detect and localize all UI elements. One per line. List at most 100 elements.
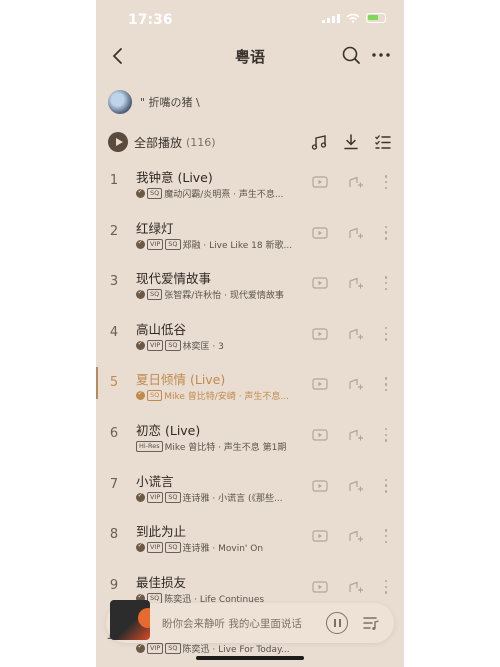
song-meta: Hi-Res Mike 曾比特 · 声生不息 第1期 <box>136 440 304 453</box>
add-to-playlist-icon[interactable] <box>348 226 364 240</box>
song-artist-album: 连诗雅 · Movin' On <box>182 544 264 555</box>
more-vertical-icon[interactable] <box>384 175 388 189</box>
row-actions <box>312 377 388 392</box>
video-icon[interactable] <box>312 175 328 189</box>
song-title: 到此为止 <box>136 524 187 540</box>
more-vertical-icon[interactable] <box>384 427 388 442</box>
more-vertical-icon[interactable] <box>384 478 388 493</box>
video-icon[interactable] <box>312 377 328 391</box>
song-title: 夏日倾情 (Live) <box>136 372 226 388</box>
row-actions <box>312 579 388 594</box>
quality-tag: VIP <box>147 542 164 554</box>
song-artist-album: 连诗雅 · 小谎言 (《那些... <box>182 493 283 504</box>
song-number: 9 <box>109 577 119 593</box>
playlist-icon[interactable] <box>362 614 380 632</box>
downloaded-icon <box>136 288 145 300</box>
song-title: 初恋 (Live) <box>136 422 201 438</box>
add-to-playlist-icon[interactable] <box>348 327 364 341</box>
add-to-playlist-icon[interactable] <box>348 175 364 189</box>
song-meta: SQ Mike 曾比特/安崎 · 声生不息... <box>136 389 304 402</box>
checklist-icon[interactable] <box>374 133 392 151</box>
quality-tag: SQ <box>165 491 181 503</box>
download-icon[interactable] <box>342 133 360 151</box>
song-number: 8 <box>109 527 119 543</box>
song-meta: VIP SQ 连诗雅 · 小谎言 (《那些... <box>136 491 304 504</box>
song-number: 5 <box>109 375 119 391</box>
more-vertical-icon[interactable] <box>384 225 388 240</box>
video-icon[interactable] <box>312 428 328 442</box>
downloaded-icon <box>136 339 145 350</box>
song-meta: VIP SQ 林奕匡 · 3 <box>136 339 304 352</box>
song-title: 现代爱情故事 <box>136 271 212 287</box>
add-to-playlist-icon[interactable] <box>348 377 364 391</box>
song-title: 我钟意 (Live) <box>136 170 213 185</box>
song-number: 7 <box>109 476 119 492</box>
add-to-playlist-icon[interactable] <box>348 276 364 290</box>
add-to-playlist-icon[interactable] <box>348 580 364 594</box>
quality-tag: SQ <box>165 643 181 655</box>
mini-player[interactable]: 盼你会来静听 我的心里面说话 <box>106 600 394 643</box>
video-icon[interactable] <box>312 479 328 493</box>
now-playing-lyric: 盼你会来静听 我的心里面说话 <box>162 618 302 630</box>
phone-screen: 17:36 粤语 " 折嘴の猪 \ 全部播放 (116) 1 我钟意 (Live… <box>96 0 404 667</box>
quality-tag: SQ <box>147 188 163 199</box>
downloaded-icon <box>136 389 145 401</box>
quality-tag: VIP <box>147 643 164 655</box>
avatar[interactable] <box>108 90 132 114</box>
song-row[interactable]: 4 高山低谷 VIP SQ 林奕匡 · 3 <box>96 307 404 358</box>
song-row[interactable]: 2 红绿灯 VIP SQ 郑融 · Live Like 18 新歌... <box>96 206 404 257</box>
video-icon[interactable] <box>312 276 328 290</box>
row-actions <box>312 175 388 189</box>
album-cover[interactable] <box>110 600 150 640</box>
row-actions <box>312 326 388 341</box>
song-row[interactable]: 6 初恋 (Live) Hi-Res Mike 曾比特 · 声生不息 第1期 <box>96 408 404 459</box>
more-horizontal-icon[interactable] <box>370 44 392 66</box>
song-row[interactable]: 3 现代爱情故事 SQ 张智霖/许秋怡 · 现代爱情故事 <box>96 256 404 307</box>
song-meta: SQ 张智霖/许秋怡 · 现代爱情故事 <box>136 288 304 301</box>
row-actions <box>312 225 388 240</box>
song-artist-album: 张智霖/许秋怡 · 现代爱情故事 <box>164 291 284 302</box>
quality-tag: SQ <box>147 390 163 402</box>
play-all-button[interactable]: 全部播放 <box>134 134 182 151</box>
quality-tag: SQ <box>165 339 181 351</box>
add-to-playlist-icon[interactable] <box>348 479 364 493</box>
more-vertical-icon[interactable] <box>384 276 388 291</box>
song-meta: SQ 魔动闪霸/炎明熹 · 声生不息... <box>136 187 304 200</box>
pause-icon[interactable] <box>326 612 348 634</box>
status-icons <box>322 13 386 23</box>
downloaded-icon <box>136 541 145 553</box>
song-row[interactable]: 7 小谎言 VIP SQ 连诗雅 · 小谎言 (《那些... <box>96 459 404 510</box>
song-row[interactable]: 1 我钟意 (Live) SQ 魔动闪霸/炎明熹 · 声生不息... <box>96 155 404 206</box>
row-actions <box>312 529 388 544</box>
song-title: 高山低谷 <box>136 321 187 337</box>
song-row[interactable]: 8 到此为止 VIP SQ 连诗雅 · Movin' On <box>96 509 404 560</box>
more-vertical-icon[interactable] <box>384 529 388 544</box>
song-number: 1 <box>109 173 119 188</box>
song-meta: VIP SQ 陈奕迅 · Live For Today... <box>136 642 304 655</box>
owner-name[interactable]: " 折嘴の猪 \ <box>140 94 200 110</box>
add-to-playlist-icon[interactable] <box>348 428 364 442</box>
quality-tag: SQ <box>165 238 181 250</box>
song-row-playing[interactable]: 5 夏日倾情 (Live) SQ Mike 曾比特/安崎 · 声生不息... <box>96 357 404 408</box>
music-note-icon[interactable] <box>310 133 328 151</box>
battery-icon <box>366 13 386 23</box>
song-artist-album: 陈奕迅 · Live For Today... <box>182 645 290 656</box>
video-icon[interactable] <box>312 529 328 543</box>
search-icon[interactable] <box>340 44 362 66</box>
signal-icon <box>322 13 340 23</box>
play-icon[interactable] <box>108 132 128 152</box>
play-all-bar: 全部播放 (116) <box>108 130 392 154</box>
quality-tag: Hi-Res <box>136 440 163 452</box>
downloaded-icon <box>136 238 145 249</box>
video-icon[interactable] <box>312 226 328 240</box>
add-to-playlist-icon[interactable] <box>348 529 364 543</box>
video-icon[interactable] <box>312 327 328 341</box>
playlist-owner[interactable]: " 折嘴の猪 \ <box>108 90 200 114</box>
more-vertical-icon[interactable] <box>384 579 388 594</box>
header: 粤语 <box>96 40 404 72</box>
more-vertical-icon[interactable] <box>384 326 388 341</box>
more-vertical-icon[interactable] <box>384 377 388 392</box>
row-actions <box>312 427 388 442</box>
song-meta: VIP SQ 连诗雅 · Movin' On <box>136 541 304 554</box>
video-icon[interactable] <box>312 580 328 594</box>
